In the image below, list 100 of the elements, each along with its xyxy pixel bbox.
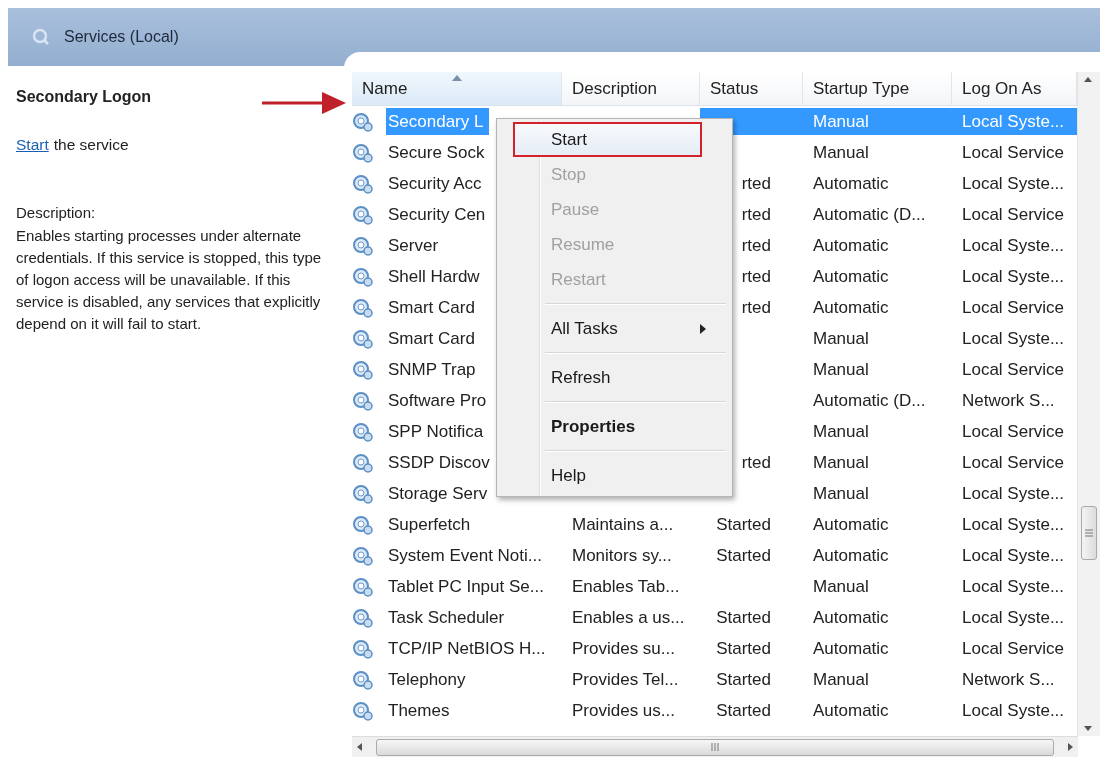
service-gear-icon	[352, 297, 374, 318]
name-cell[interactable]: Software Pro	[386, 387, 493, 414]
startup-type-cell-text: Manual	[812, 141, 870, 164]
column-header[interactable]: Log On As	[952, 72, 1077, 106]
log-on-as-cell-text: Network S...	[961, 389, 1056, 412]
name-cell[interactable]: Security Cen	[386, 201, 492, 228]
status-cell-text: Started	[715, 513, 772, 536]
scroll-thumb[interactable]	[376, 738, 1054, 756]
menu-item[interactable]: Help	[513, 458, 730, 493]
service-gear-icon	[352, 700, 374, 721]
name-cell[interactable]: Server	[386, 232, 445, 259]
name-cell[interactable]: System Event Noti...	[386, 542, 548, 569]
service-gear-icon	[352, 607, 374, 628]
service-gear-icon	[352, 483, 374, 504]
log-on-as-cell-text: Local Service	[961, 451, 1066, 474]
startup-type-cell-text: Automatic (D...	[812, 389, 927, 412]
menu-item[interactable]: Start	[513, 122, 702, 157]
name-cell[interactable]: Secure Sock	[386, 139, 491, 166]
description-cell-text: Provides Tel...	[571, 668, 680, 691]
log-on-as-cell-text: Local Syste...	[961, 172, 1066, 195]
start-link[interactable]: Start	[16, 136, 49, 154]
service-gear-icon	[352, 142, 374, 163]
log-on-as-cell-text: Local Syste...	[961, 327, 1066, 350]
status-cell-text: Started	[715, 606, 772, 629]
startup-type-cell-text: Manual	[812, 358, 870, 381]
service-gear-icon	[352, 669, 374, 690]
service-gear-icon	[352, 266, 374, 287]
startup-type-cell-text: Automatic	[812, 172, 890, 195]
name-cell[interactable]: Security Acc	[386, 170, 488, 197]
grip-icon	[710, 743, 720, 751]
menu-item[interactable]: Properties	[513, 409, 730, 444]
name-cell[interactable]: SNMP Trap	[386, 356, 482, 383]
horizontal-scrollbar[interactable]	[352, 736, 1078, 757]
log-on-as-cell-text: Local Syste...	[961, 544, 1066, 567]
status-cell-text: Started	[715, 637, 772, 660]
column-header[interactable]: Status	[700, 72, 803, 106]
action-text: the service	[53, 136, 129, 154]
startup-type-cell-text: Automatic	[812, 296, 890, 319]
log-on-as-cell-text: Local Service	[961, 141, 1066, 164]
startup-type-cell-text: Manual	[812, 482, 870, 505]
startup-type-cell-text: Automatic	[812, 265, 890, 288]
name-cell[interactable]: Task Scheduler	[386, 604, 511, 631]
description-cell-text: Maintains a...	[571, 513, 675, 536]
column-header[interactable]: Name	[352, 72, 562, 106]
log-on-as-cell-text: Local Service	[961, 203, 1066, 226]
name-cell[interactable]: Storage Serv	[386, 480, 494, 507]
startup-type-cell-text: Automatic	[812, 637, 890, 660]
startup-type-cell-text: Automatic	[812, 234, 890, 257]
menu-item[interactable]: Refresh	[513, 360, 730, 395]
scroll-thumb[interactable]	[1081, 506, 1097, 560]
status-cell-text: rted	[740, 265, 772, 288]
startup-type-cell-text: Automatic	[812, 513, 890, 536]
name-cell[interactable]: Superfetch	[386, 511, 477, 538]
name-cell[interactable]: Smart Card	[386, 294, 481, 321]
status-cell-text: Started	[715, 544, 772, 567]
name-cell[interactable]: TCP/IP NetBIOS H...	[386, 635, 552, 662]
service-gear-icon	[352, 452, 374, 473]
submenu-arrow-icon	[700, 323, 706, 334]
log-on-as-cell-text: Local Syste...	[961, 513, 1066, 536]
service-gear-icon	[352, 514, 374, 535]
startup-type-cell-text: Manual	[812, 451, 870, 474]
log-on-as-cell-text: Local Syste...	[961, 699, 1066, 722]
name-cell[interactable]: Telephony	[386, 666, 472, 693]
column-header[interactable]: Startup Type	[803, 72, 952, 106]
startup-type-cell-text: Automatic	[812, 544, 890, 567]
log-on-as-cell-text: Local Service	[961, 358, 1066, 381]
name-cell[interactable]: Tablet PC Input Se...	[386, 573, 550, 600]
menu-item[interactable]: All Tasks	[513, 311, 730, 346]
service-gear-icon	[352, 111, 374, 132]
log-on-as-cell-text: Local Service	[961, 637, 1066, 660]
status-cell-text: rted	[740, 296, 772, 319]
vertical-scrollbar[interactable]	[1077, 72, 1100, 736]
description-cell-text: Provides us...	[571, 699, 676, 722]
sort-ascending-icon	[452, 75, 462, 81]
service-gear-icon	[352, 638, 374, 659]
panel-title: Services (Local)	[64, 28, 179, 46]
log-on-as-cell-text: Local Syste...	[961, 575, 1066, 598]
log-on-as-cell: Local Syste...	[952, 108, 1077, 135]
name-cell[interactable]: Themes	[386, 697, 456, 724]
service-gear-icon	[352, 235, 374, 256]
startup-type-cell-text: Manual	[812, 327, 870, 350]
name-cell[interactable]: Smart Card	[386, 325, 481, 352]
description-cell-text: Enables Tab...	[571, 575, 681, 598]
search-icon	[32, 28, 50, 46]
name-cell[interactable]: SPP Notifica	[386, 418, 490, 445]
service-gear-icon	[352, 545, 374, 566]
startup-type-cell-text: Automatic (D...	[812, 203, 927, 226]
column-header[interactable]: Description	[562, 72, 700, 106]
description-label: Description:	[16, 204, 96, 221]
log-on-as-cell-text: Local Service	[961, 296, 1066, 319]
service-gear-icon	[352, 390, 374, 411]
name-cell[interactable]: Shell Hardw	[386, 263, 486, 290]
log-on-as-cell-text: Local Syste...	[961, 265, 1066, 288]
service-gear-icon	[352, 328, 374, 349]
service-name: Secondary Logon	[16, 88, 152, 106]
service-gear-icon	[352, 576, 374, 597]
status-cell-text: Started	[715, 668, 772, 691]
description-cell-text: Provides su...	[571, 637, 676, 660]
name-cell[interactable]: SSDP Discov	[386, 449, 496, 476]
service-gear-icon	[352, 421, 374, 442]
